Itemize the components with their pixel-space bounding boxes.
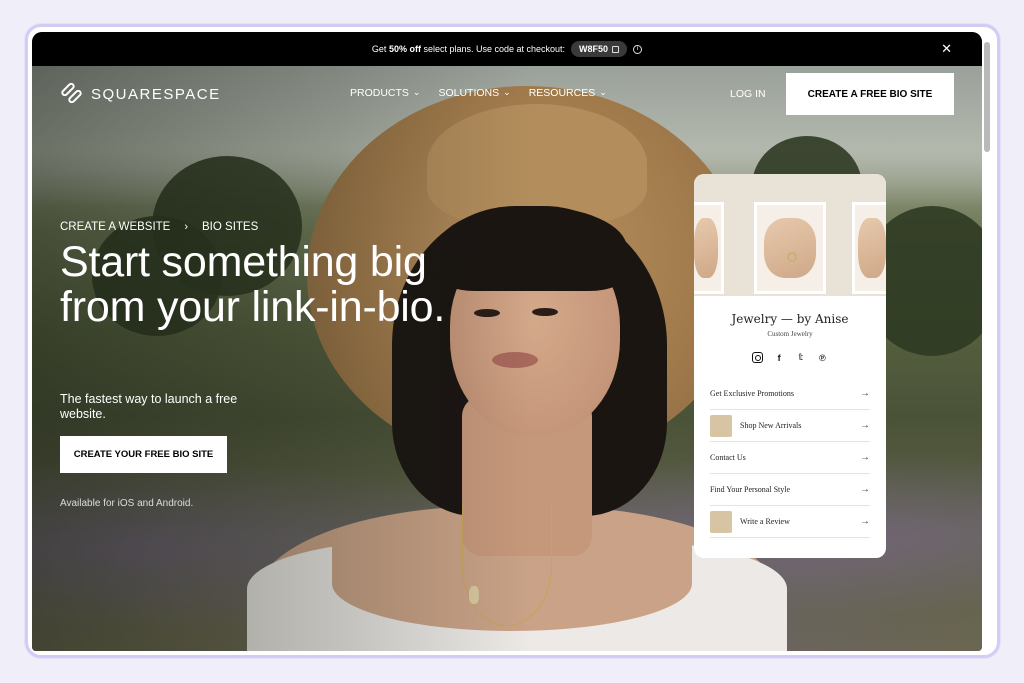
- announcement-text: Get 50% off select plans. Use code at ch…: [371, 44, 566, 54]
- chevron-down-icon: ⌄: [503, 86, 511, 97]
- jewelry-photo-strip: [694, 174, 886, 296]
- close-icon[interactable]: ✕: [941, 41, 952, 57]
- scrollbar-thumb[interactable]: [984, 42, 990, 152]
- page-viewport: Get 50% off select plans. Use code at ch…: [32, 32, 982, 651]
- facebook-icon[interactable]: f: [774, 352, 785, 363]
- ring-thumbnail: [710, 510, 732, 533]
- chevron-right-icon: ›: [184, 221, 189, 233]
- copy-icon: [612, 45, 620, 53]
- promo-code: W8F50: [579, 44, 609, 54]
- bio-link-list: Get Exclusive Promotions → Shop New Arri…: [710, 378, 870, 538]
- promo-code-pill[interactable]: W8F50: [571, 41, 628, 57]
- chevron-down-icon: ⌄: [412, 86, 421, 97]
- login-link[interactable]: LOG IN: [730, 88, 766, 100]
- arrow-right-icon: →: [860, 452, 870, 463]
- availability-note: Available for iOS and Android.: [60, 498, 194, 509]
- text-scrim: [32, 66, 532, 651]
- jewelry-photo: [754, 202, 826, 294]
- scrollbar[interactable]: [983, 40, 991, 645]
- main-menu: PRODUCTS ⌄ SOLUTIONS ⌄ RESOURCES ⌄: [350, 86, 607, 100]
- bio-link[interactable]: Contact Us →: [710, 442, 870, 474]
- bio-link[interactable]: Write a Review →: [710, 506, 870, 538]
- right-eye: [532, 308, 558, 316]
- pinterest-icon[interactable]: ℗: [817, 352, 828, 363]
- menu-products[interactable]: PRODUCTS ⌄: [350, 86, 421, 100]
- chevron-down-icon: ⌄: [599, 86, 607, 97]
- arrow-right-icon: →: [860, 420, 870, 431]
- jewelry-photo: [694, 202, 724, 294]
- announcement-bar: Get 50% off select plans. Use code at ch…: [32, 32, 982, 66]
- twitter-icon[interactable]: 𝕥: [795, 352, 806, 363]
- breadcrumb: CREATE A WEBSITE › BIO SITES: [60, 221, 258, 233]
- jewelry-photo: [852, 202, 886, 294]
- hero-subline: The fastest way to launch a free website…: [60, 392, 238, 421]
- bio-site-subtitle: Custom Jewelry: [767, 330, 813, 338]
- bio-link[interactable]: Find Your Personal Style →: [710, 474, 870, 506]
- bio-link[interactable]: Get Exclusive Promotions →: [710, 378, 870, 410]
- breadcrumb-bio-sites[interactable]: BIO SITES: [202, 221, 258, 233]
- instagram-icon[interactable]: ig: [752, 352, 763, 363]
- menu-solutions[interactable]: SOLUTIONS ⌄: [438, 86, 511, 100]
- create-free-bio-site-button[interactable]: CREATE YOUR FREE BIO SITE: [60, 436, 227, 473]
- earring-thumbnail: [710, 414, 732, 437]
- squarespace-logo-icon: [59, 81, 84, 105]
- bio-link[interactable]: Shop New Arrivals →: [710, 410, 870, 442]
- info-icon[interactable]: i: [633, 44, 643, 54]
- bio-site-title: Jewelry — by Anise: [731, 312, 849, 326]
- arrow-right-icon: →: [860, 516, 870, 527]
- squarespace-logo[interactable]: SQUARESPACE: [59, 81, 221, 105]
- breadcrumb-create-website[interactable]: CREATE A WEBSITE: [60, 221, 170, 233]
- top-nav: SQUARESPACE PRODUCTS ⌄ SOLUTIONS ⌄ RESOU…: [32, 66, 982, 122]
- arrow-right-icon: →: [860, 484, 870, 495]
- arrow-right-icon: →: [860, 388, 870, 399]
- social-links: ig f 𝕥 ℗: [752, 352, 828, 363]
- create-bio-site-button[interactable]: CREATE A FREE BIO SITE: [786, 73, 954, 115]
- menu-resources[interactable]: RESOURCES ⌄: [529, 86, 607, 100]
- hero-headline: Start something big from your link-in-bi…: [60, 238, 446, 331]
- logo-text: SQUARESPACE: [91, 85, 221, 103]
- bio-site-preview-card: Jewelry — by Anise Custom Jewelry ig f 𝕥…: [694, 174, 886, 558]
